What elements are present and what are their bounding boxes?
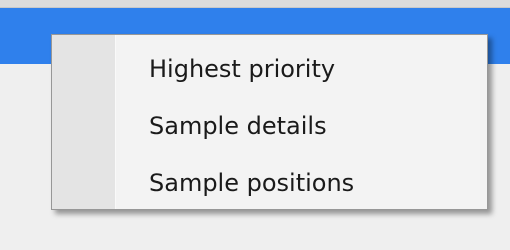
menu-item-label: Highest priority (149, 54, 336, 83)
menu-item-label: Sample details (149, 111, 327, 140)
context-menu: Highest priority Sample details Sample p… (51, 34, 488, 210)
window-top-edge (0, 0, 510, 8)
menu-item-sample-positions[interactable]: Sample positions (53, 155, 486, 210)
menu-item-sample-details[interactable]: Sample details (53, 98, 486, 153)
menu-item-highest-priority[interactable]: Highest priority (53, 41, 486, 96)
menu-item-label: Sample positions (149, 168, 355, 197)
